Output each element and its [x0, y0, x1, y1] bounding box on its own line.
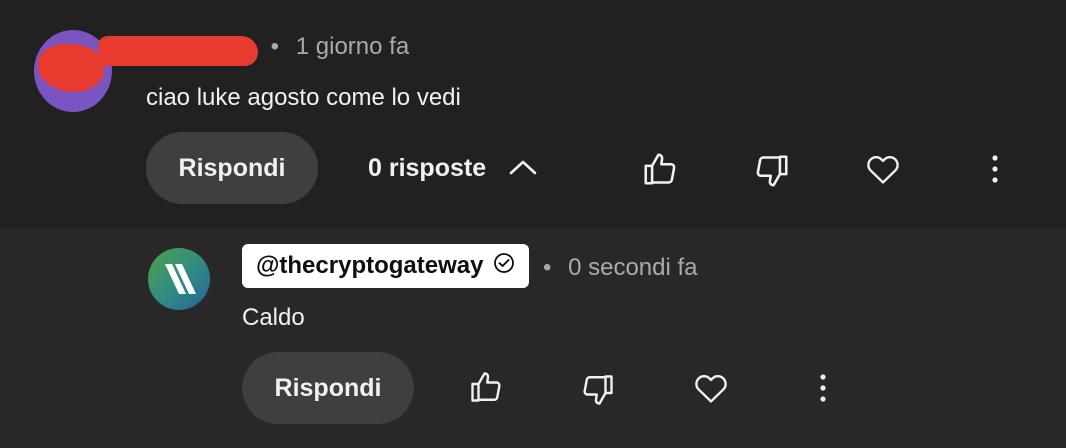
chevron-up-icon: [508, 154, 538, 183]
comment: • 1 giorno fa ciao luke agosto come lo v…: [0, 0, 1066, 228]
separator-dot: •: [270, 33, 280, 60]
thumb-down-icon[interactable]: [753, 152, 791, 190]
replies-count: 0 risposte: [368, 153, 487, 182]
handle-text: @thecryptogateway: [256, 252, 484, 279]
timestamp[interactable]: 0 secondi fa: [568, 254, 697, 281]
replies-toggle[interactable]: 0 risposte: [368, 150, 538, 186]
more-vert-icon[interactable]: [809, 371, 837, 405]
channel-logo-icon: [165, 264, 196, 294]
more-vert-icon[interactable]: [981, 152, 1009, 186]
verified-icon: [493, 252, 515, 281]
comment-meta: • 1 giorno fa: [146, 33, 410, 61]
reply-meta: • 0 secondi fa: [543, 254, 698, 282]
redaction-mark: [38, 44, 104, 92]
heart-icon[interactable]: [864, 150, 902, 188]
timestamp[interactable]: 1 giorno fa: [296, 33, 409, 60]
author-name[interactable]: [146, 36, 264, 60]
comment-text: ciao luke agosto come lo vedi: [146, 84, 461, 111]
reply-button[interactable]: Rispondi: [242, 352, 414, 424]
thumb-up-icon[interactable]: [641, 150, 679, 188]
avatar[interactable]: [148, 248, 210, 310]
author-handle[interactable]: @thecryptogateway: [242, 244, 530, 288]
heart-icon[interactable]: [692, 369, 730, 407]
reply-button[interactable]: Rispondi: [146, 132, 318, 204]
reply-text: Caldo: [242, 304, 305, 331]
thumb-down-icon[interactable]: [580, 372, 616, 408]
separator-dot: •: [543, 254, 552, 281]
thumb-up-icon[interactable]: [468, 369, 504, 405]
